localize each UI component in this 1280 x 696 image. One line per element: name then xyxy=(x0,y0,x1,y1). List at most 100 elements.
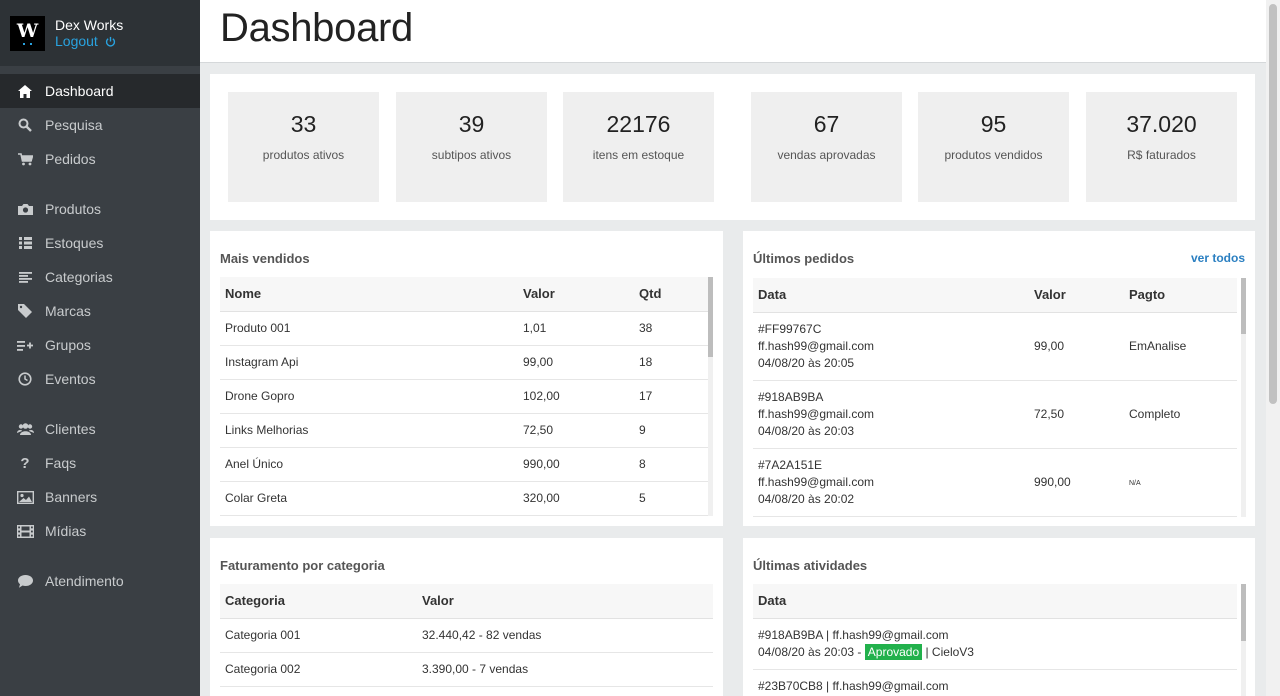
order-email: ff.hash99@gmail.com xyxy=(758,406,875,421)
sidebar-nav: Dashboard Pesquisa Pedidos Produtos Esto… xyxy=(0,66,200,598)
cell-nome: Produto 001 xyxy=(220,311,518,346)
column-header[interactable]: Pagto xyxy=(1124,278,1237,313)
nav-item-faqs[interactable]: ? Faqs xyxy=(0,446,200,480)
revenue-table-wrap: Categoria Valor Categoria 001 32.440,42 -… xyxy=(220,584,713,696)
brand-logo[interactable]: W xyxy=(10,15,45,51)
film-icon xyxy=(16,522,34,540)
stat-card: 67 vendas aprovadas xyxy=(751,92,902,202)
order-email: ff.hash99@gmail.com xyxy=(758,338,875,353)
cell-qtd: 17 xyxy=(634,379,708,414)
nav-label: Banners xyxy=(45,489,98,505)
column-header[interactable]: Qtd xyxy=(634,277,708,312)
order-id: #918AB9BA xyxy=(758,389,824,404)
table-row[interactable]: Links Melhorias 72,50 9 xyxy=(220,413,708,448)
page-scrollbar-thumb[interactable] xyxy=(1269,4,1277,404)
nav-item-banners[interactable]: Banners xyxy=(0,480,200,514)
camera-icon xyxy=(16,200,34,218)
search-icon xyxy=(16,116,34,134)
panel-title: Últimos pedidos xyxy=(753,251,855,266)
order-email: ff.hash99@gmail.com xyxy=(758,474,875,489)
table-row[interactable]: Anel Único 990,00 8 xyxy=(220,447,708,482)
view-all-link[interactable]: ver todos xyxy=(1191,251,1245,265)
column-header[interactable]: Data xyxy=(753,584,1237,619)
cell-categoria: Categoria 001 xyxy=(220,618,417,653)
order-value: 99,00 xyxy=(1029,312,1124,381)
add-list-icon xyxy=(16,336,34,354)
nav-label: Grupos xyxy=(45,337,91,353)
column-header[interactable]: Data xyxy=(753,278,1029,313)
order-id: #FF99767C xyxy=(758,321,822,336)
table-row[interactable]: Colar Greta 320,00 5 xyxy=(220,481,708,516)
nav-item-produtos[interactable]: Produtos xyxy=(0,192,200,226)
order-row[interactable]: #7A2A151E ff.hash99@gmail.com 04/08/20 à… xyxy=(753,448,1237,517)
revenue-by-category-panel: Faturamento por categoria Categoria Valo… xyxy=(210,538,723,696)
nav-label: Faqs xyxy=(45,455,77,471)
nav-item-pesquisa[interactable]: Pesquisa xyxy=(0,108,200,142)
logout-link[interactable]: Logout xyxy=(55,33,123,50)
cell-qtd: 9 xyxy=(634,413,708,448)
user-name: Dex Works xyxy=(55,16,124,33)
order-row[interactable]: #FF99767C ff.hash99@gmail.com 04/08/20 à… xyxy=(753,312,1237,381)
nav-item-estoques[interactable]: Estoques xyxy=(0,226,200,260)
cell-valor: 990,00 xyxy=(518,447,634,482)
order-value: 72,50 xyxy=(1029,380,1124,449)
stat-label: R$ faturados xyxy=(1127,148,1196,162)
sidebar: W Dex Works Logout Dashboard Pesquisa Pe… xyxy=(0,0,200,696)
nav-item-dashboard[interactable]: Dashboard xyxy=(0,74,200,108)
order-date: 04/08/20 às 20:05 xyxy=(758,355,855,370)
column-header[interactable]: Valor xyxy=(1029,278,1124,313)
column-header[interactable]: Valor xyxy=(417,584,713,619)
orders-table: Data Valor Pagto #FF99767C ff.hash99@gma… xyxy=(753,278,1237,517)
nav-label: Dashboard xyxy=(45,83,114,99)
stat-label: produtos ativos xyxy=(262,148,345,162)
activity-row[interactable]: #918AB9BA | ff.hash99@gmail.com 04/08/20… xyxy=(753,618,1237,670)
nav-item-pedidos[interactable]: Pedidos xyxy=(0,142,200,176)
nav-item-grupos[interactable]: Grupos xyxy=(0,328,200,362)
order-date: 04/08/20 às 20:02 xyxy=(758,491,855,506)
users-icon xyxy=(16,420,34,438)
list-icon xyxy=(16,268,34,286)
nav-item-atendimento[interactable]: Atendimento xyxy=(0,564,200,598)
grid-icon xyxy=(16,234,34,252)
nav-label: Categorias xyxy=(45,269,113,285)
cell-categoria: Categoria 002 xyxy=(220,652,417,687)
nav-label: Pedidos xyxy=(45,151,96,167)
nav-label: Marcas xyxy=(45,303,91,319)
stat-value: 67 xyxy=(813,111,840,137)
table-scrollbar[interactable] xyxy=(1241,278,1246,517)
cell-nome: Colar Greta xyxy=(220,481,518,516)
brand-logo-letter: W xyxy=(16,19,39,42)
activity-info: #918AB9BA | ff.hash99@gmail.com 04/08/20… xyxy=(753,618,1237,670)
table-row[interactable]: Categoria 001 32.440,42 - 82 vendas xyxy=(220,618,713,653)
table-row[interactable]: Instagram Api 99,00 18 xyxy=(220,345,708,380)
panel-title: Faturamento por categoria xyxy=(220,558,385,573)
nav-item-clientes[interactable]: Clientes xyxy=(0,412,200,446)
activities-table-wrap: Data #918AB9BA | ff.hash99@gmail.com 04/… xyxy=(753,584,1237,696)
nav-item-marcas[interactable]: Marcas xyxy=(0,294,200,328)
column-header[interactable]: Nome xyxy=(220,277,518,312)
table-row[interactable]: Drone Gopro 102,00 17 xyxy=(220,379,708,414)
column-header[interactable]: Valor xyxy=(518,277,634,312)
home-icon xyxy=(16,82,34,100)
cell-valor: 102,00 xyxy=(518,379,634,414)
cell-nome: Instagram Api xyxy=(220,345,518,380)
nav-item-eventos[interactable]: Eventos xyxy=(0,362,200,396)
sidebar-header: W Dex Works Logout xyxy=(0,0,200,66)
nav-item-midias[interactable]: Mídias xyxy=(0,514,200,548)
activity-row[interactable]: #23B70CB8 | ff.hash99@gmail.com xyxy=(753,669,1237,696)
cell-valor: 320,00 xyxy=(518,481,634,516)
column-header[interactable]: Categoria xyxy=(220,584,417,619)
table-row[interactable]: Produto 001 1,01 38 xyxy=(220,311,708,346)
panel-title: Últimas atividades xyxy=(753,558,868,573)
stat-card: 33 produtos ativos xyxy=(228,92,379,202)
table-row[interactable]: Categoria 002 3.390,00 - 7 vendas xyxy=(220,652,713,687)
order-row[interactable]: #918AB9BA ff.hash99@gmail.com 04/08/20 à… xyxy=(753,380,1237,449)
cell-qtd: 5 xyxy=(634,481,708,516)
table-scrollbar[interactable] xyxy=(1241,584,1246,696)
panel-title: Mais vendidos xyxy=(220,251,310,266)
table-scrollbar[interactable] xyxy=(708,277,713,516)
stat-card: 95 produtos vendidos xyxy=(918,92,1069,202)
nav-item-categorias[interactable]: Categorias xyxy=(0,260,200,294)
page-scrollbar[interactable] xyxy=(1266,0,1280,696)
user-info: Dex Works Logout xyxy=(55,17,123,50)
